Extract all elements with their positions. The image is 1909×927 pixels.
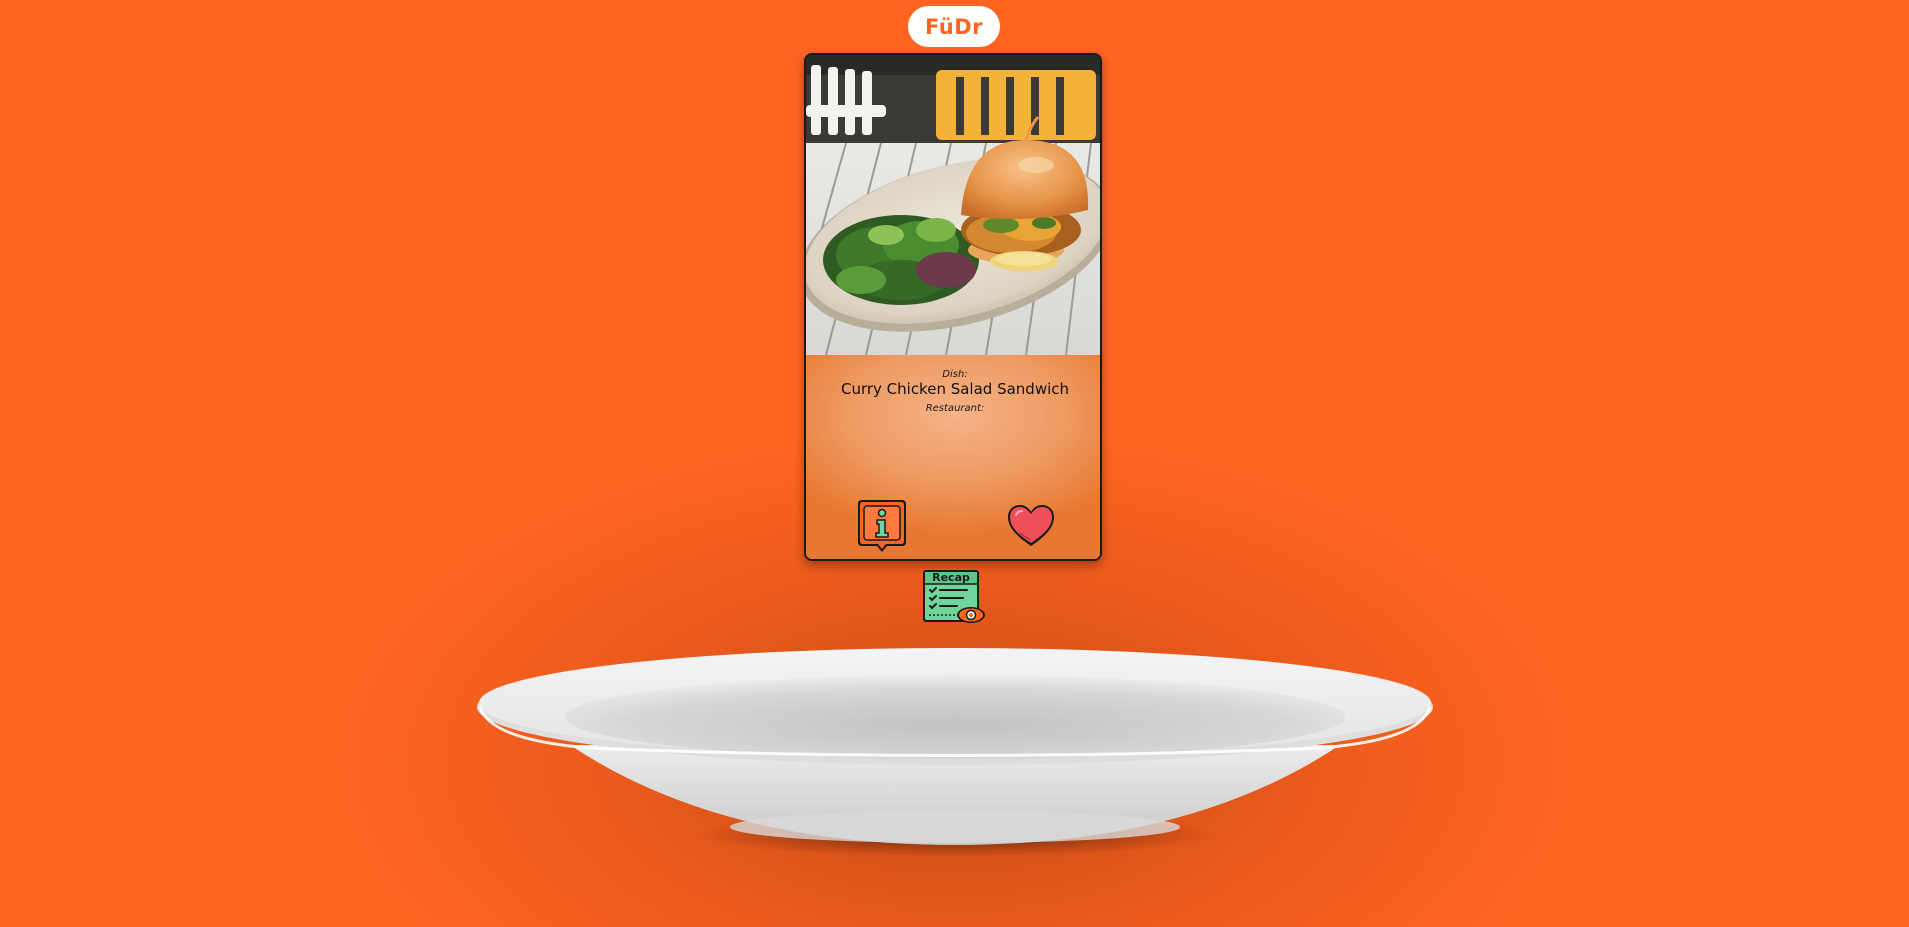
- dish-photo: [806, 55, 1100, 356]
- logo-text: FüDr: [924, 14, 984, 39]
- food-card[interactable]: Dish: Curry Chicken Salad Sandwich Resta…: [804, 53, 1102, 561]
- like-button[interactable]: [1006, 503, 1056, 549]
- empty-plate: [470, 645, 1440, 857]
- app-logo[interactable]: FüDr: [908, 6, 1000, 47]
- dish-name: Curry Chicken Salad Sandwich: [840, 380, 1070, 398]
- restaurant-label: Restaurant:: [925, 403, 985, 414]
- recap-label: Recap: [932, 571, 970, 584]
- recap-button[interactable]: Recap: [921, 568, 987, 628]
- plate-illustration: [477, 648, 1433, 857]
- info-button[interactable]: [856, 498, 908, 554]
- dish-label: Dish:: [942, 369, 968, 380]
- dish-photo-illustration: [806, 55, 1100, 355]
- heart-icon: [1008, 505, 1054, 546]
- info-icon: [858, 500, 906, 552]
